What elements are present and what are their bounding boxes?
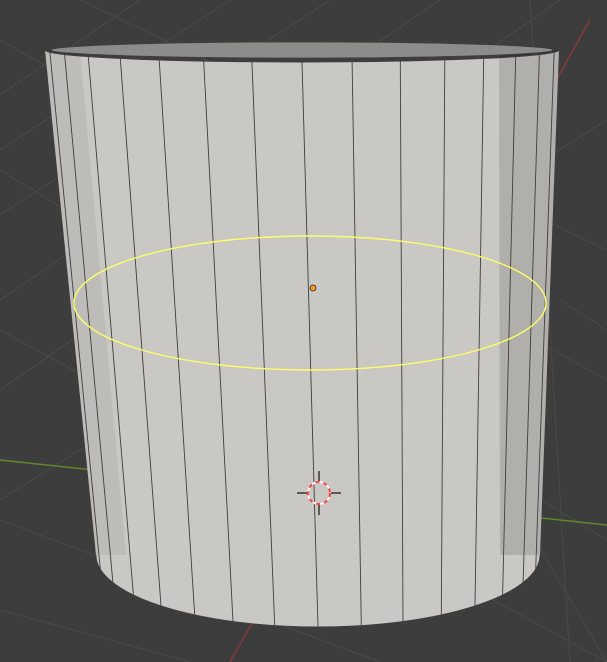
3d-viewport[interactable] bbox=[0, 0, 607, 662]
shading-band bbox=[499, 50, 559, 555]
cylinder-top-opening bbox=[50, 41, 554, 59]
viewport-canvas[interactable] bbox=[0, 0, 607, 662]
object-origin-dot[interactable] bbox=[309, 284, 317, 292]
grid-line bbox=[0, 609, 191, 662]
grid-line bbox=[559, 299, 607, 331]
cylinder-mesh[interactable] bbox=[44, 41, 560, 628]
